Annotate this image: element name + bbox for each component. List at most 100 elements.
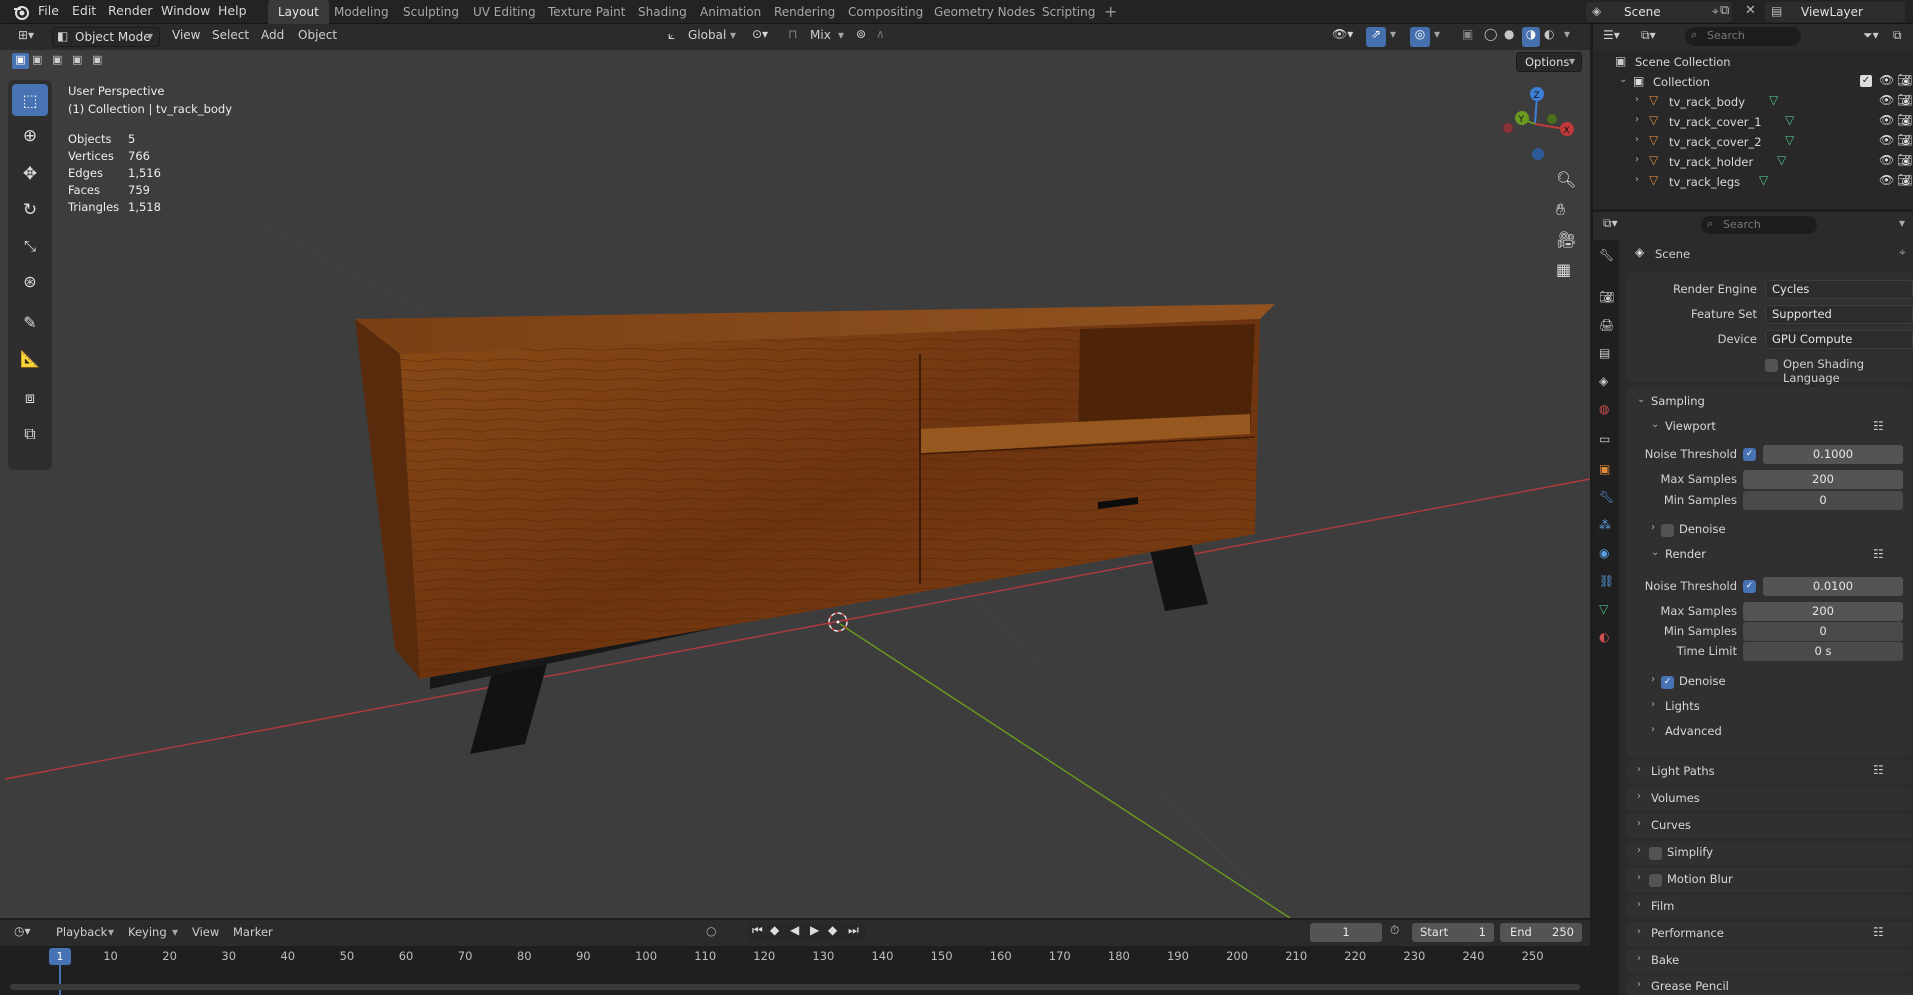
- select-extend-icon[interactable]: ▣: [32, 53, 42, 66]
- zoom-icon[interactable]: 🔍︎: [1556, 170, 1576, 189]
- presets-icon[interactable]: ☷: [1873, 763, 1884, 777]
- camera-icon[interactable]: 📷︎: [1897, 153, 1912, 167]
- render-engine-dropdown[interactable]: Cycles: [1765, 280, 1913, 299]
- chevron-down-icon[interactable]: ▾: [1564, 27, 1570, 41]
- collection-tab-icon[interactable]: ▭: [1599, 432, 1610, 446]
- 3d-viewport[interactable]: ⊞▾ ◧ Object Mode ▾ View Select Add Objec…: [0, 24, 1590, 918]
- film-section[interactable]: › Film: [1633, 895, 1913, 919]
- presets-icon[interactable]: ☷: [1873, 419, 1884, 433]
- modifier-tab-icon[interactable]: 🔧︎: [1599, 490, 1614, 504]
- noise-threshold-checkbox[interactable]: ✓: [1743, 580, 1756, 593]
- playhead[interactable]: 1: [49, 948, 71, 965]
- editor-type-icon[interactable]: ☰▾: [1603, 28, 1620, 42]
- move-tool[interactable]: ✥: [12, 158, 48, 190]
- exclude-checkbox[interactable]: ✓: [1860, 75, 1872, 87]
- simplify-checkbox[interactable]: [1649, 847, 1662, 860]
- material-shading-icon[interactable]: ◑: [1522, 27, 1540, 47]
- tab-modeling[interactable]: Modeling: [324, 0, 399, 24]
- performance-section[interactable]: › Performance: [1633, 922, 1913, 946]
- transform-tool[interactable]: ⊛: [12, 265, 48, 297]
- editor-type-icon[interactable]: ⊞▾: [18, 28, 34, 42]
- xray-icon[interactable]: ▣: [1462, 27, 1473, 41]
- eye-icon[interactable]: 👁︎: [1879, 173, 1894, 187]
- eye-icon[interactable]: 👁︎: [1879, 93, 1894, 107]
- render-tab-icon[interactable]: 📷︎: [1599, 290, 1614, 304]
- select-mode-group[interactable]: ▣ ▣ ▣ ▣ ▣: [12, 53, 108, 70]
- eye-icon[interactable]: 👁︎: [1879, 153, 1894, 167]
- falloff-icon[interactable]: ∧: [876, 27, 885, 41]
- tool-tab-icon[interactable]: 🔧︎: [1599, 248, 1614, 262]
- pin-icon[interactable]: ⌖: [1712, 4, 1719, 19]
- menu-object[interactable]: Object: [298, 28, 337, 42]
- tab-texture-paint[interactable]: Texture Paint: [538, 0, 635, 24]
- eye-icon[interactable]: 👁︎: [1879, 133, 1894, 147]
- camera-icon[interactable]: 📷︎: [1897, 113, 1912, 127]
- tab-compositing[interactable]: Compositing: [838, 0, 933, 24]
- outliner-object[interactable]: › ▽ tv_rack_body ▽ 👁︎ 📷︎: [1593, 92, 1913, 112]
- chevron-right-icon[interactable]: ›: [1635, 154, 1639, 165]
- select-subtract-icon[interactable]: ▣: [52, 53, 62, 66]
- snap-target-dropdown[interactable]: Mix: [810, 28, 831, 42]
- osl-checkbox[interactable]: [1765, 359, 1778, 372]
- mesh-data-icon[interactable]: ▽: [1769, 93, 1778, 107]
- outliner-collection[interactable]: ⌄ ▣ Collection ✓ 👁︎ 📷︎: [1593, 72, 1913, 92]
- chevron-right-icon[interactable]: ›: [1635, 114, 1639, 125]
- options-button[interactable]: Options ▾: [1516, 52, 1582, 72]
- pan-hand-icon[interactable]: ✋︎: [1556, 200, 1565, 220]
- measure-tool[interactable]: 📐: [12, 342, 48, 374]
- annotate-tool[interactable]: ✎: [12, 306, 48, 338]
- navigation-gizmo[interactable]: Z X Y: [1495, 84, 1575, 169]
- chevron-right-icon[interactable]: ›: [1635, 174, 1639, 185]
- cursor-tool[interactable]: ⊕: [12, 120, 48, 152]
- camera-icon[interactable]: 📷︎: [1897, 173, 1912, 187]
- constraints-tab-icon[interactable]: ⛓︎: [1599, 574, 1614, 588]
- viewlayer-selector[interactable]: ▤ ViewLayer: [1765, 2, 1905, 22]
- pin-icon[interactable]: ⌖: [1899, 245, 1906, 260]
- camera-icon[interactable]: 📷︎: [1897, 133, 1912, 147]
- menu-window[interactable]: Window: [161, 3, 210, 18]
- tab-rendering[interactable]: Rendering: [764, 0, 845, 24]
- eye-icon[interactable]: 👁︎: [1879, 113, 1894, 127]
- noise-threshold-field[interactable]: 0.0100: [1763, 577, 1903, 596]
- tab-shading[interactable]: Shading: [628, 0, 697, 24]
- mesh-data-icon[interactable]: ▽: [1777, 153, 1786, 167]
- viewport-denoise-checkbox[interactable]: [1661, 524, 1674, 537]
- bake-section[interactable]: › Bake: [1633, 949, 1913, 973]
- data-tab-icon[interactable]: ▽: [1599, 602, 1608, 616]
- chevron-down-icon[interactable]: ⌄: [1619, 74, 1627, 85]
- tab-sculpting[interactable]: Sculpting: [393, 0, 469, 24]
- object-tab-icon[interactable]: ▣: [1599, 462, 1610, 476]
- noise-threshold-field[interactable]: 0.1000: [1763, 445, 1903, 464]
- output-tab-icon[interactable]: 🖨︎: [1599, 318, 1614, 332]
- outliner-object[interactable]: › ▽ tv_rack_cover_1 ▽ 👁︎ 📷︎: [1593, 112, 1913, 132]
- world-tab-icon[interactable]: ◍: [1599, 402, 1609, 416]
- grease-pencil-section[interactable]: › Grease Pencil: [1633, 976, 1913, 995]
- max-samples-field[interactable]: 200: [1743, 602, 1903, 621]
- menu-add[interactable]: Add: [261, 28, 284, 42]
- outliner-scene-collection[interactable]: ▣ Scene Collection: [1593, 52, 1913, 72]
- volumes-section[interactable]: › Volumes: [1633, 787, 1913, 811]
- new-scene-icon[interactable]: ⧉: [1720, 3, 1729, 18]
- add-cube-tool[interactable]: ⧈: [12, 382, 48, 414]
- new-collection-icon[interactable]: ⧉: [1893, 28, 1902, 43]
- device-dropdown[interactable]: GPU Compute: [1765, 330, 1913, 349]
- pivot-icon[interactable]: ⊙▾: [752, 27, 768, 41]
- menu-view[interactable]: View: [172, 28, 200, 42]
- timeline-scrollbar[interactable]: [10, 984, 1580, 990]
- menu-select[interactable]: Select: [212, 28, 249, 42]
- wireframe-shading-icon[interactable]: ◯: [1484, 27, 1497, 41]
- menu-file[interactable]: File: [38, 3, 59, 18]
- mesh-data-icon[interactable]: ▽: [1785, 113, 1794, 127]
- camera-view-icon[interactable]: 🎥︎: [1556, 230, 1576, 249]
- select-box-tool[interactable]: ⬚: [12, 84, 48, 116]
- add-workspace-icon[interactable]: +: [1104, 2, 1117, 21]
- editor-type-icon[interactable]: ⧉▾: [1603, 216, 1618, 231]
- overlay-toggle-icon[interactable]: ◎: [1410, 27, 1430, 47]
- tab-geometry-nodes[interactable]: Geometry Nodes: [924, 0, 1045, 24]
- snap-icon[interactable]: ⊓: [788, 27, 797, 41]
- outliner-object[interactable]: › ▽ tv_rack_holder ▽ 👁︎ 📷︎: [1593, 152, 1913, 172]
- render-denoise-checkbox[interactable]: ✓: [1661, 676, 1674, 689]
- scene-tab-icon[interactable]: ◈: [1599, 374, 1608, 388]
- menu-edit[interactable]: Edit: [72, 3, 96, 18]
- outliner-object[interactable]: › ▽ tv_rack_cover_2 ▽ 👁︎ 📷︎: [1593, 132, 1913, 152]
